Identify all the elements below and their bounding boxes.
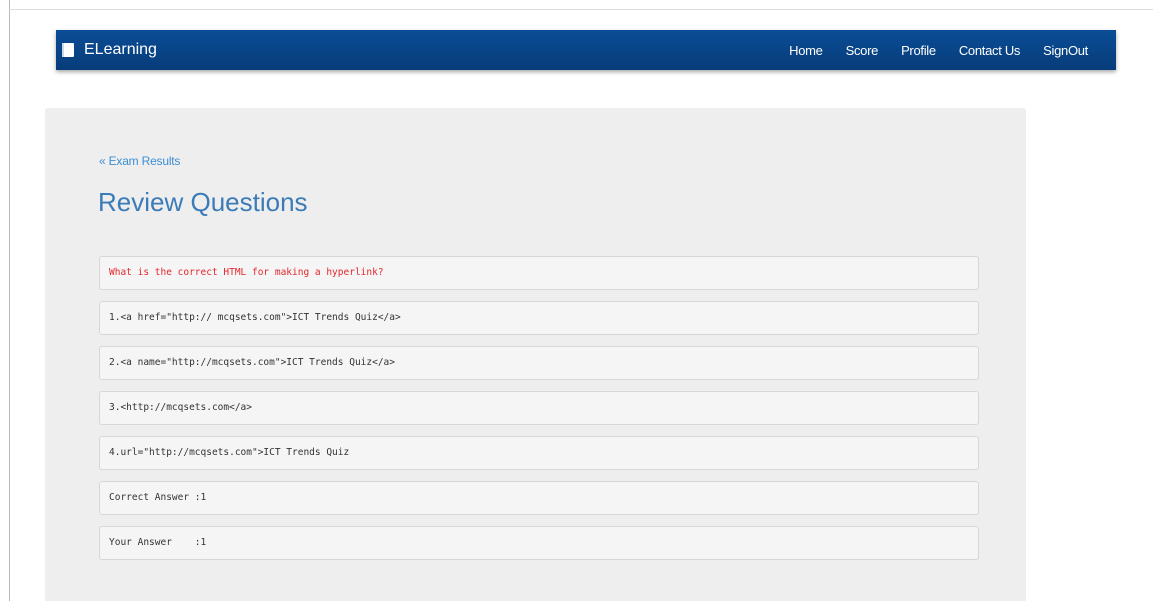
nav-home[interactable]: Home [789,43,823,58]
top-navbar: ELearning Home Score Profile Contact Us … [56,30,1116,70]
question-text: What is the correct HTML for making a hy… [99,256,979,290]
nav-signout[interactable]: SignOut [1043,43,1088,58]
brand-link[interactable]: ELearning [61,30,157,70]
window-frame-top [9,9,1153,10]
exam-results-link[interactable]: « Exam Results [99,154,180,168]
option-4: 4.url="http://mcqsets.com">ICT Trends Qu… [99,436,979,470]
book-icon [61,42,76,58]
your-answer: Your Answer :1 [99,526,979,560]
nav-contact-us[interactable]: Contact Us [959,43,1021,58]
option-2: 2.<a name="http://mcqsets.com">ICT Trend… [99,346,979,380]
nav-links: Home Score Profile Contact Us SignOut [766,30,1088,70]
content-panel: « Exam Results Review Questions What is … [45,108,1026,601]
page-title: Review Questions [98,187,308,217]
option-3: 3.<http://mcqsets.com</a> [99,391,979,425]
nav-score[interactable]: Score [846,43,879,58]
option-1: 1.<a href="http:// mcqsets.com">ICT Tren… [99,301,979,335]
nav-profile[interactable]: Profile [901,43,936,58]
brand-name: ELearning [84,41,157,58]
window-frame-left [9,0,10,601]
correct-answer: Correct Answer :1 [99,481,979,515]
